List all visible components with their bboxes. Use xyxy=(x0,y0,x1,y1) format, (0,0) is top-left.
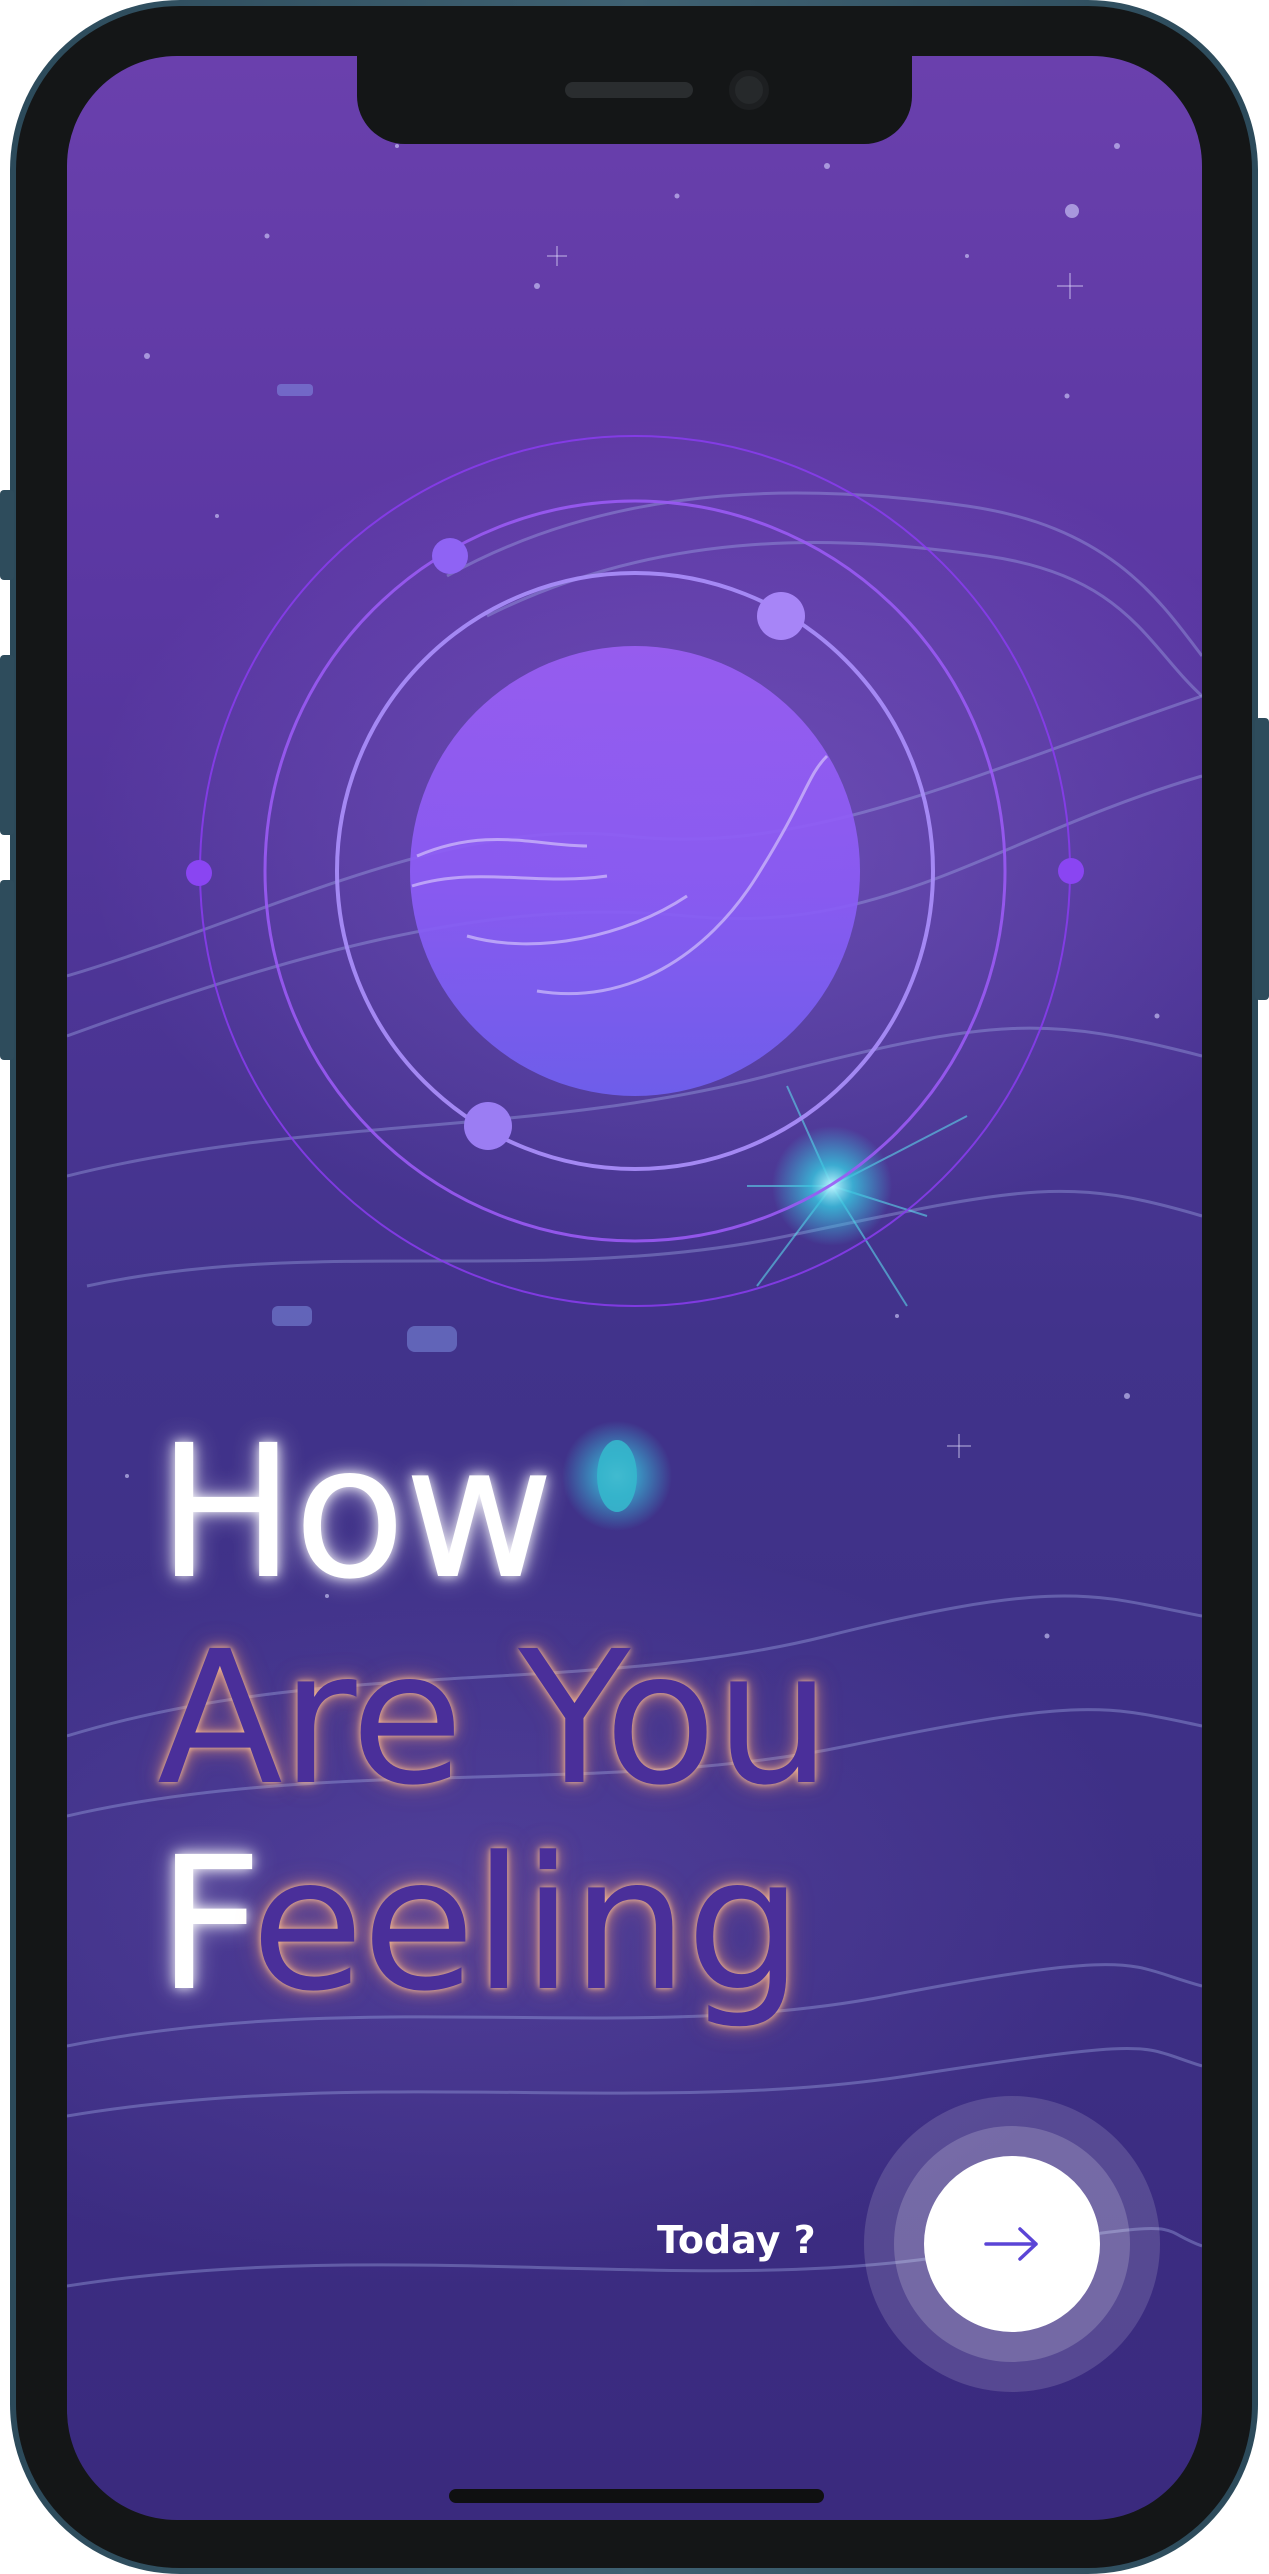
app-screen: How Are You Feeling Today ? xyxy=(67,56,1202,2520)
next-button-halo xyxy=(864,2096,1160,2392)
arrow-right-icon xyxy=(984,2227,1038,2261)
front-camera xyxy=(729,70,769,110)
earpiece-speaker xyxy=(565,82,693,98)
headline-are-you: Are You xyxy=(157,1612,831,1826)
next-button-ring xyxy=(894,2126,1130,2362)
today-prompt: Today ? xyxy=(657,2218,816,2262)
orbit-moon xyxy=(464,1102,512,1150)
notch xyxy=(357,56,912,144)
headline: How Are You Feeling xyxy=(157,1406,831,2039)
orbit-moon xyxy=(432,538,468,574)
headline-feeling: Feeling xyxy=(157,1833,829,2039)
orbit-moon xyxy=(757,592,805,640)
headline-feeling-rest: eeling xyxy=(250,1818,803,2032)
planet xyxy=(410,646,860,1096)
volume-up-button xyxy=(0,655,14,835)
home-indicator[interactable] xyxy=(449,2489,824,2503)
planet-illustration xyxy=(186,435,1084,1307)
power-button xyxy=(1255,718,1269,1000)
headline-feeling-initial: F xyxy=(157,1818,253,2032)
next-button[interactable] xyxy=(924,2156,1100,2332)
orbit-moon xyxy=(1058,858,1084,884)
headline-how: How xyxy=(157,1406,554,1620)
volume-down-button xyxy=(0,880,14,1060)
mute-switch xyxy=(0,490,14,580)
orbit-moon xyxy=(186,860,212,886)
